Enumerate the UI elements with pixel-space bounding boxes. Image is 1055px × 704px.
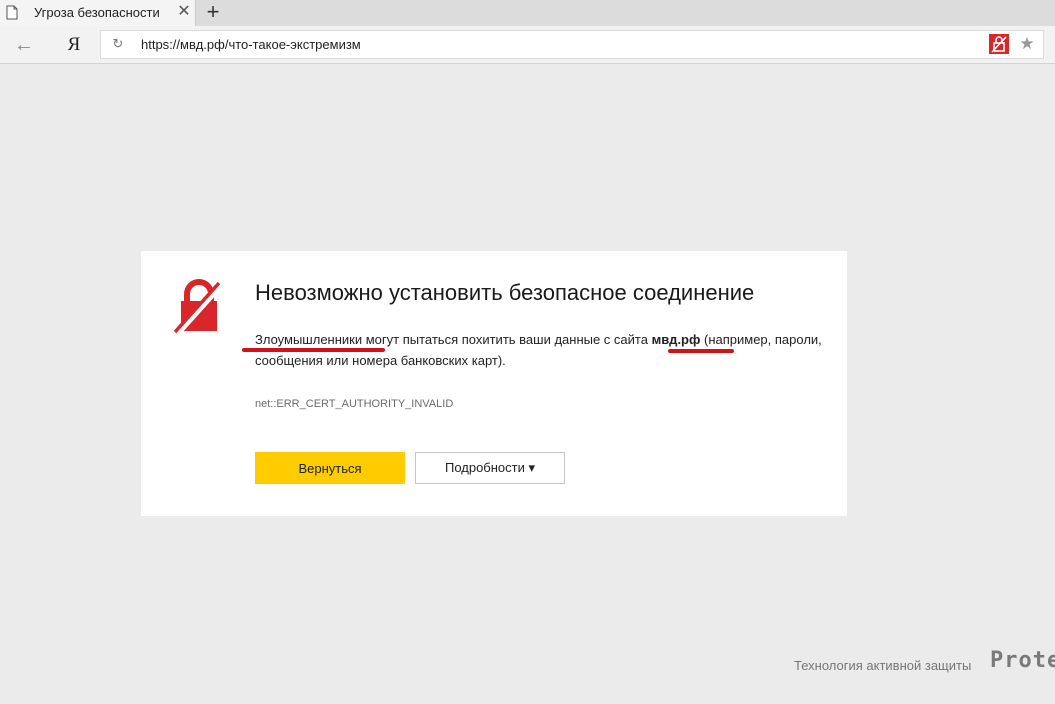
bookmark-star-icon[interactable]: ★: [1017, 33, 1037, 55]
broken-lock-icon[interactable]: [989, 34, 1009, 54]
warning-heading: Невозможно установить безопасное соедине…: [255, 280, 755, 305]
error-code: net::ERR_CERT_AUTHORITY_INVALID: [255, 398, 454, 410]
url-text[interactable]: https://мвд.рф/что-такое-экстремизм: [141, 37, 361, 52]
broken-lock-glyph-icon: [991, 36, 1007, 53]
details-button[interactable]: Подробности ▾: [415, 452, 565, 484]
close-tab-icon[interactable]: ✕: [176, 4, 192, 20]
page-icon: [6, 5, 18, 20]
new-tab-button[interactable]: +: [203, 1, 223, 23]
yandex-logo[interactable]: Я: [64, 33, 84, 57]
tab-security-threat[interactable]: Угроза безопасности ✕: [0, 0, 196, 26]
broken-lock-icon: [173, 279, 224, 335]
protect-technology-label: Технология активной защиты: [794, 658, 972, 673]
red-underline-annotation-site: [668, 349, 734, 353]
tab-title: Угроза безопасности: [34, 5, 160, 20]
protect-logo: Prote: [990, 648, 1055, 673]
desc-text-before: Злоумышленники могут пытаться похитить в…: [255, 332, 652, 347]
reload-icon[interactable]: ↻: [110, 36, 126, 52]
back-arrow-icon[interactable]: ←: [12, 34, 36, 56]
go-back-button[interactable]: Вернуться: [255, 452, 405, 484]
security-warning-card: Невозможно установить безопасное соедине…: [141, 251, 847, 516]
address-bar[interactable]: ↻ https://мвд.рф/что-такое-экстремизм ★: [100, 30, 1044, 59]
site-name: мвд.рф: [651, 332, 701, 347]
toolbar: ← Я ↻ https://мвд.рф/что-такое-экстремиз…: [0, 26, 1055, 64]
tab-strip: Угроза безопасности ✕ +: [0, 0, 1055, 26]
red-underline-annotation: [242, 348, 385, 352]
